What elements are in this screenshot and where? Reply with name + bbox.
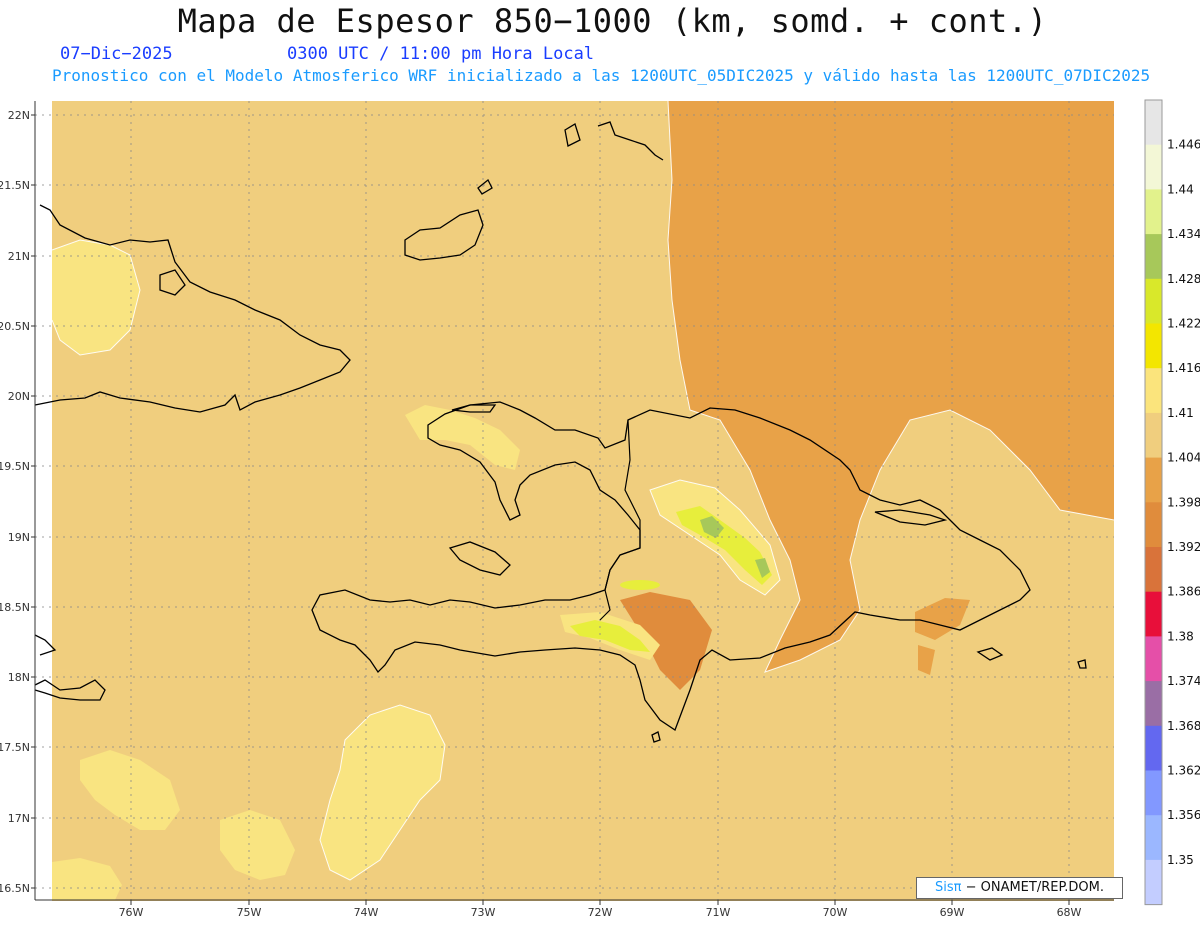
lat-label: 20N: [8, 390, 30, 403]
colorbar-label: 1.416: [1167, 361, 1200, 375]
colorbar-swatch: [1145, 368, 1162, 414]
colorbar-label: 1.428: [1167, 272, 1200, 286]
lat-label: 17N: [8, 812, 30, 825]
colorbar-label: 1.362: [1167, 764, 1200, 778]
lon-label: 75W: [237, 906, 262, 919]
thickness-map: 22N 21.5N 21N 20.5N 20N 19.5N 19N 18.5N 18N 17.5N…: [0, 99, 1200, 919]
lon-label: 69W: [940, 906, 965, 919]
credit-org: − ONAMET/REP.DOM.: [961, 880, 1104, 895]
colorbar-label: 1.446: [1167, 138, 1200, 152]
lon-label: 72W: [588, 906, 613, 919]
colorbar-label: 1.41: [1167, 406, 1194, 420]
lat-label: 17.5N: [0, 741, 30, 754]
colorbar-swatch: [1145, 100, 1162, 146]
colorbar-label: 1.398: [1167, 495, 1200, 509]
lat-label: 19.5N: [0, 460, 30, 473]
colorbar-label: 1.38: [1167, 629, 1194, 643]
colorbar-swatch: [1145, 725, 1162, 771]
lat-label: 21.5N: [0, 179, 30, 192]
lon-label: 68W: [1057, 906, 1082, 919]
colorbar-label: 1.404: [1167, 451, 1200, 465]
peak-thickness-core-3: [620, 580, 660, 590]
lon-label: 71W: [706, 906, 731, 919]
colorbar-swatch: [1145, 591, 1162, 637]
credit-box: Sisπ − ONAMET/REP.DOM.: [916, 877, 1123, 899]
colorbar-label: 1.368: [1167, 719, 1200, 733]
lat-label: 16.5N: [0, 882, 30, 895]
lon-label: 70W: [823, 906, 848, 919]
lat-label: 21N: [8, 250, 30, 263]
lat-label: 20.5N: [0, 320, 30, 333]
colorbar-swatch: [1145, 323, 1162, 369]
colorbar-swatch: [1145, 502, 1162, 548]
colorbar-label: 1.434: [1167, 227, 1200, 241]
colorbar: 1.446 1.44 1.434 1.428 1.422 1.416 1.41 1.404 1.…: [1144, 99, 1200, 906]
colorbar-swatch: [1145, 189, 1162, 235]
colorbar-swatch: [1145, 681, 1162, 727]
colorbar-swatch: [1145, 278, 1162, 324]
lon-label: 76W: [119, 906, 144, 919]
colorbar-swatch: [1145, 412, 1162, 459]
colorbar-label: 1.356: [1167, 808, 1200, 822]
lat-label: 19N: [8, 531, 30, 544]
lat-label: 18.5N: [0, 601, 30, 614]
colorbar-label: 1.44: [1167, 182, 1194, 196]
colorbar-swatch: [1145, 457, 1162, 503]
colorbar-swatch: [1145, 770, 1162, 816]
colorbar-swatch: [1145, 234, 1162, 280]
colorbar-swatch: [1145, 815, 1162, 861]
colorbar-label: 1.35: [1167, 853, 1194, 867]
lat-label: 22N: [8, 109, 30, 122]
lat-label: 18N: [8, 671, 30, 684]
credit-prefix: Sis: [934, 880, 954, 895]
lon-label: 74W: [354, 906, 379, 919]
colorbar-swatch: [1145, 144, 1162, 190]
colorbar-swatch: [1145, 547, 1162, 593]
colorbar-swatch: [1145, 636, 1162, 682]
lon-label: 73W: [471, 906, 496, 919]
colorbar-label: 1.392: [1167, 540, 1200, 554]
colorbar-label: 1.422: [1167, 317, 1200, 331]
colorbar-label: 1.374: [1167, 674, 1200, 688]
colorbar-swatch: [1145, 859, 1162, 906]
colorbar-label: 1.386: [1167, 585, 1200, 599]
